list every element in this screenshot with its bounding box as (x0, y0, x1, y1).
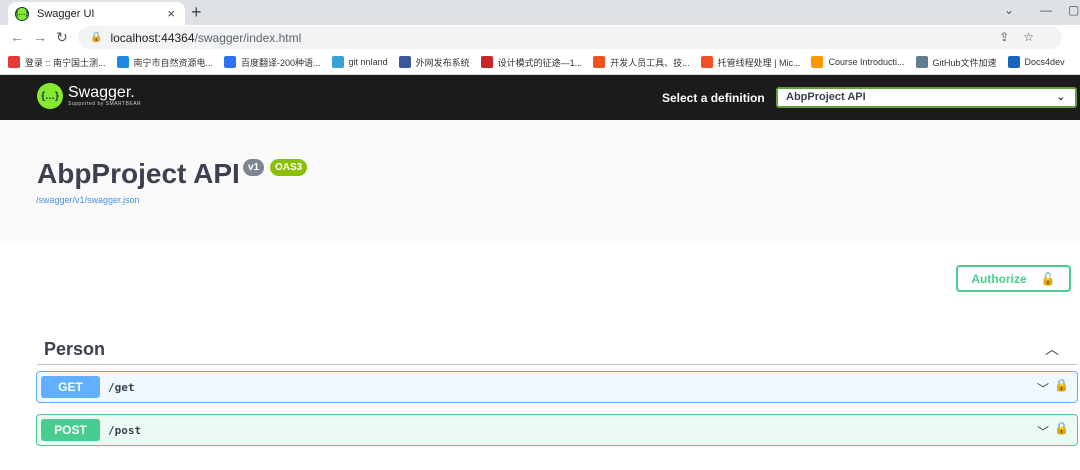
swagger-logo-icon: {…} (37, 83, 63, 109)
bookmark-label: 百度翻译-200种语... (241, 57, 321, 68)
bookmark-favicon-icon (915, 56, 928, 68)
chevron-down-icon[interactable]: ﹀ (1037, 380, 1049, 397)
bookmark-item[interactable]: 设计模式的征途—1... (480, 56, 583, 69)
browser-toolbar: ← → ↻ 🔒 localhost:44364 /swagger/index.h… (0, 25, 1080, 50)
back-icon[interactable]: ← (10, 29, 24, 45)
bookmark-favicon-icon (116, 56, 129, 68)
bookmark-label: Course Introducti... (828, 57, 905, 67)
chevron-down-icon[interactable]: ﹀ (1037, 423, 1049, 440)
maximize-icon[interactable]: ▢ (1068, 3, 1079, 17)
operation-path: /get (108, 380, 135, 394)
new-tab-button[interactable]: + (191, 2, 202, 23)
bookmarks-bar: 登录 :: 南宁国土测... 南宁市自然资源电... 百度翻译-200种语... gi… (0, 50, 1080, 75)
scheme-container: Authorize 🔓 (0, 243, 1080, 315)
bookmark-item[interactable]: GitHub文件加速 (915, 56, 997, 69)
tab-search-chevron-icon[interactable]: ⌄ (1004, 3, 1014, 17)
authorize-label: Authorize (971, 271, 1027, 286)
operation-post[interactable]: POST /post ﹀ 🔒 (36, 414, 1078, 446)
bookmark-favicon-icon (224, 56, 237, 68)
tag-section-person[interactable]: Person ︿ (37, 333, 1077, 365)
omnibox-action-icons[interactable]: ⇪☆ (999, 30, 1048, 44)
minimize-icon[interactable]: — (1040, 3, 1052, 17)
reload-icon[interactable]: ↻ (56, 29, 68, 46)
definition-select-value: AbpProject API (786, 91, 866, 103)
forward-icon[interactable]: → (33, 29, 47, 45)
swagger-brand-sub: Supported by SMARTBEAR (68, 101, 142, 107)
bookmark-label: 外网发布系统 (415, 57, 470, 68)
bookmark-item[interactable]: Course Introducti... (811, 56, 905, 68)
bookmark-favicon-icon (398, 56, 411, 68)
lock-icon: 🔒 (90, 32, 103, 43)
swagger-favicon-icon: {…} (15, 6, 29, 21)
oas-badge: OAS3 (270, 159, 308, 176)
browser-tab[interactable]: {…} Swagger UI × (8, 2, 185, 25)
unlock-icon: 🔓 (1040, 271, 1056, 286)
chevron-up-icon[interactable]: ︿ (1045, 339, 1059, 359)
version-badge: v1 (243, 159, 265, 176)
swagger-topbar: {…} Swagger. Supported by SMARTBEAR Sele… (0, 75, 1080, 120)
bookmark-item[interactable]: 开发人员工具、技... (593, 56, 690, 69)
bookmark-label: 开发人员工具、技... (610, 57, 690, 68)
spec-url-link[interactable]: /swagger/v1/swagger.json (36, 195, 140, 205)
url-path: /swagger/index.html (194, 30, 302, 45)
tab-close-icon[interactable]: × (167, 6, 175, 21)
bookmark-label: Docs4dev (1024, 57, 1065, 67)
bookmark-favicon-icon (480, 56, 493, 68)
tab-title: Swagger UI (37, 7, 95, 20)
operation-get[interactable]: GET /get ﹀ 🔒 (36, 371, 1078, 403)
api-info: AbpProject API v1 OAS3 /swagger/v1/swagg… (0, 120, 1080, 243)
bookmark-label: 南宁市自然资源电... (133, 57, 214, 68)
swagger-logo[interactable]: {…} Swagger. Supported by SMARTBEAR (37, 83, 141, 109)
operation-path: /post (108, 423, 142, 437)
bookmark-label: 设计模式的征途—1... (497, 57, 583, 68)
authorize-button[interactable]: Authorize 🔓 (956, 265, 1071, 292)
bookmark-favicon-icon (1007, 56, 1020, 68)
bookmark-label: 登录 :: 南宁国土测... (25, 57, 106, 68)
bookmark-item[interactable]: 南宁市自然资源电... (116, 56, 214, 69)
bookmark-label: GitHub文件加速 (932, 57, 997, 68)
bookmark-item[interactable]: 托管线程处理 | Mic... (700, 56, 801, 69)
bookmark-favicon-icon (593, 56, 606, 68)
bookmark-label: 托管线程处理 | Mic... (717, 57, 801, 68)
browser-tab-bar: {…} Swagger UI × + ⌄ — ▢ (0, 0, 1080, 25)
bookmark-item[interactable]: 百度翻译-200种语... (224, 56, 321, 69)
chevron-down-icon: ⌄ (1056, 92, 1065, 103)
definition-select[interactable]: AbpProject API ⌄ (776, 87, 1077, 108)
url-host: localhost:44364 (110, 30, 195, 45)
bookmark-item[interactable]: 外网发布系统 (398, 56, 470, 69)
bookmark-item[interactable]: Docs4dev (1007, 56, 1065, 68)
method-badge-post: POST (41, 419, 100, 441)
tag-name: Person (44, 339, 106, 359)
swagger-brand: Swagger. (68, 84, 135, 101)
operations-section: Person ︿ GET /get ﹀ 🔒 POST /post ﹀ 🔒 (0, 315, 1080, 470)
bookmark-label: git nnland (348, 57, 388, 67)
api-title: AbpProject API (37, 158, 240, 189)
bookmark-favicon-icon (8, 56, 20, 68)
bookmark-favicon-icon (811, 56, 824, 68)
select-definition-label: Select a definition (662, 91, 765, 105)
bookmark-item[interactable]: git nnland (331, 56, 388, 68)
lock-icon[interactable]: 🔒 (1054, 421, 1069, 435)
lock-icon[interactable]: 🔒 (1054, 378, 1069, 392)
bookmark-item[interactable]: 登录 :: 南宁国土测... (8, 56, 106, 69)
bookmark-favicon-icon (331, 56, 344, 68)
bookmark-favicon-icon (700, 56, 713, 68)
method-badge-get: GET (41, 376, 100, 398)
address-bar[interactable]: 🔒 localhost:44364 /swagger/index.html ⇪☆ (78, 26, 1062, 49)
